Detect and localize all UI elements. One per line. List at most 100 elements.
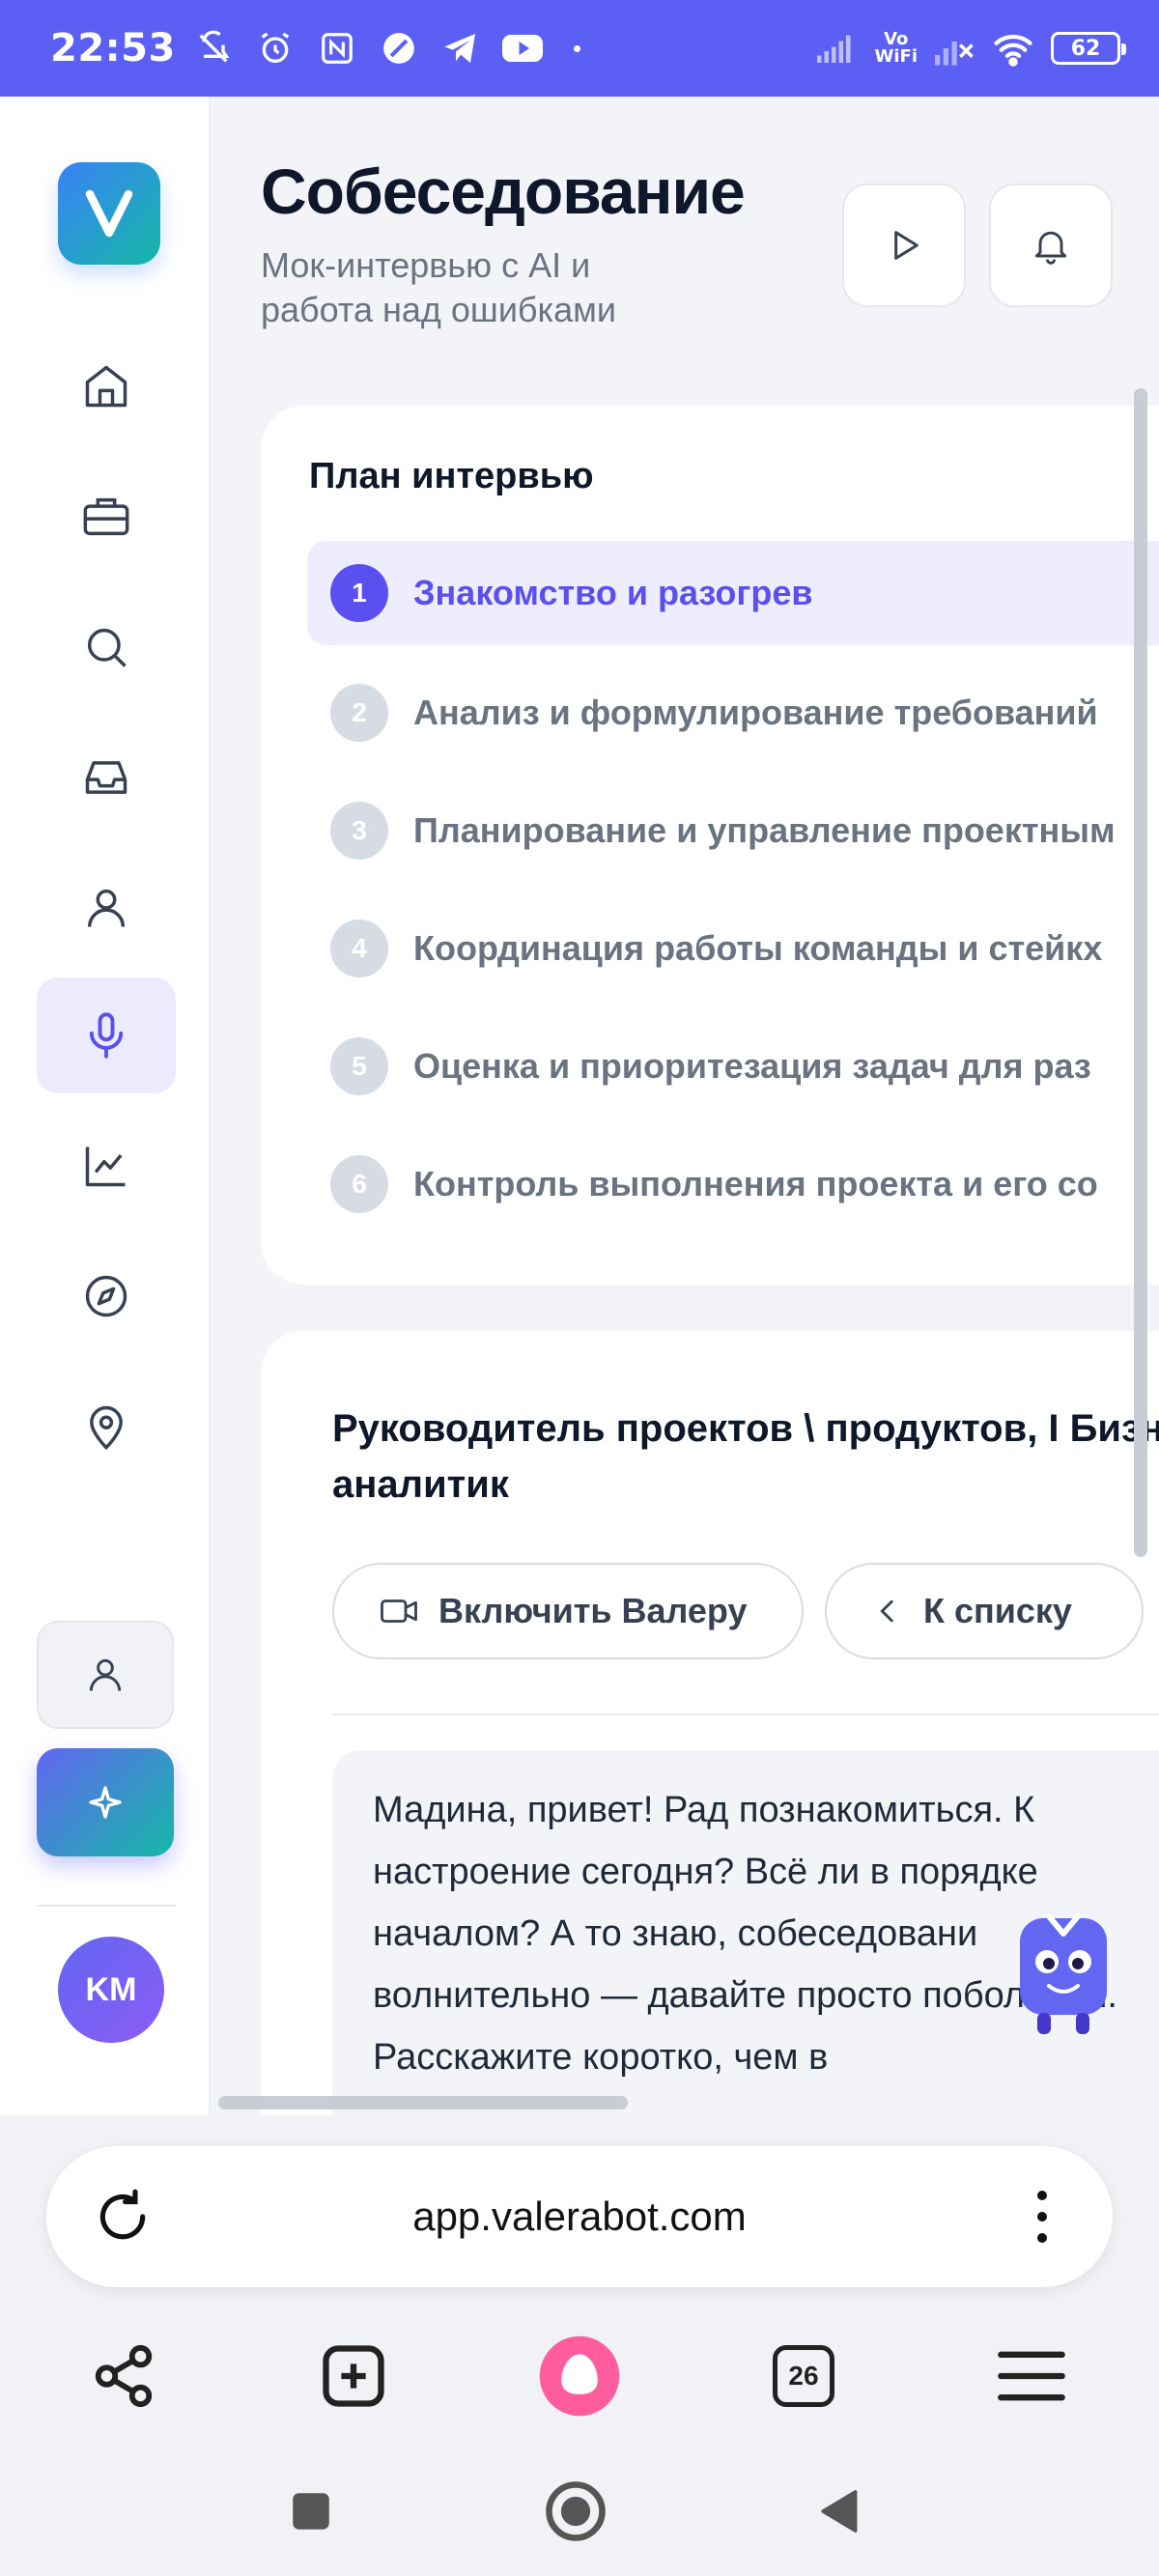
square-icon <box>293 2493 329 2530</box>
alarm-off-icon <box>193 28 234 69</box>
hamburger-icon <box>998 2351 1065 2401</box>
more-vertical-icon[interactable] <box>1028 2185 1057 2249</box>
step-label: Планирование и управление проектным <box>413 810 1116 850</box>
sidebar-item-jobs[interactable] <box>37 459 176 575</box>
tabs-button[interactable]: 26 <box>755 2328 852 2424</box>
home-icon <box>85 365 127 408</box>
page-subtitle: Мок-интервью с AI и работа над ошибками <box>261 245 616 329</box>
inbox-icon <box>85 761 127 794</box>
user-small-icon <box>89 1658 122 1691</box>
notifications-button[interactable] <box>989 184 1113 307</box>
battery-indicator: 62 <box>1051 32 1126 65</box>
step-label: Контроль выполнения проекта и его со <box>413 1164 1098 1203</box>
vertical-scrollbar[interactable] <box>1134 388 1147 1557</box>
youtube-icon <box>501 28 543 69</box>
signal-icon <box>816 28 858 69</box>
home-nav-button[interactable] <box>527 2463 624 2560</box>
video-camera-icon <box>381 1599 417 1623</box>
search-icon <box>87 628 127 667</box>
plus-square-icon <box>323 2345 384 2407</box>
step-label: Оценка и приоритезация задач для раз <box>413 1046 1091 1086</box>
sidebar-item-interview[interactable] <box>37 977 176 1093</box>
sidebar-item-location[interactable] <box>37 1369 176 1485</box>
sparkle-icon <box>89 1786 122 1819</box>
sidebar-item-inbox[interactable] <box>37 720 176 835</box>
status-bar: 22:53 Vo WiFi 62 <box>0 0 1159 97</box>
user-icon <box>87 889 126 927</box>
wifi-icon <box>993 28 1033 69</box>
map-pin-icon <box>90 1405 123 1451</box>
enable-valera-button[interactable]: Включить Валеру <box>332 1563 804 1659</box>
step-label: Координация работы команды и стейкх <box>413 928 1103 968</box>
tabs-count: 26 <box>773 2345 834 2407</box>
compass-icon <box>85 1275 127 1317</box>
valera-mascot-icon[interactable] <box>1010 1909 1117 2044</box>
microphone-icon <box>89 1012 124 1059</box>
alarm-icon <box>255 28 296 69</box>
alice-assistant-button[interactable] <box>531 2328 628 2424</box>
logo-v-icon <box>85 189 133 238</box>
telegram-icon <box>440 28 481 69</box>
vacancy-title: Руководитель проектов \ продуктов, I Биз… <box>332 1407 1159 1506</box>
reload-icon[interactable] <box>91 2185 155 2249</box>
data-saver-icon <box>379 28 419 69</box>
browser-bar: app.valerabot.com 26 <box>0 2115 1159 2576</box>
share-button[interactable] <box>75 2328 172 2424</box>
step-number: 2 <box>330 684 388 742</box>
step-number: 3 <box>330 802 388 860</box>
menu-button[interactable] <box>983 2328 1080 2424</box>
back-nav-button[interactable] <box>792 2463 889 2560</box>
interview-plan-card: План интервью 1 Знакомство и разогрев 2 … <box>261 406 1159 1285</box>
chevron-left-icon <box>880 1599 893 1623</box>
enable-valera-label: Включить Валеру <box>438 1591 748 1630</box>
profile-button[interactable] <box>37 1621 174 1729</box>
chart-icon <box>85 1146 126 1187</box>
page-title: Собеседование <box>261 156 746 227</box>
back-to-list-button[interactable]: К списку <box>825 1563 1144 1659</box>
android-nav-bar <box>0 2463 1159 2560</box>
step-number: 5 <box>330 1037 388 1095</box>
chat-divider <box>332 1713 1159 1715</box>
plan-step-5[interactable]: 5 Оценка и приоритезация задач для раз <box>307 1014 1159 1118</box>
app-logo[interactable] <box>58 162 160 265</box>
nfc-icon <box>317 28 357 69</box>
share-icon <box>95 2344 153 2408</box>
recents-button[interactable] <box>263 2463 359 2560</box>
horizontal-scrollbar[interactable] <box>218 2096 628 2109</box>
step-number: 1 <box>330 564 388 622</box>
play-button[interactable] <box>842 184 966 307</box>
sidebar-item-home[interactable] <box>37 328 176 444</box>
briefcase-icon <box>83 497 129 536</box>
plan-step-3[interactable]: 3 Планирование и управление проектным <box>307 778 1159 883</box>
sidebar-item-analytics[interactable] <box>37 1108 176 1224</box>
step-label: Анализ и формулирование требований <box>413 693 1098 732</box>
signal-2-icon <box>935 28 975 69</box>
browser-toolbar: 26 <box>0 2328 1159 2424</box>
status-time: 22:53 <box>50 26 176 71</box>
user-avatar[interactable]: KM <box>58 1937 164 2043</box>
url-text[interactable]: app.valerabot.com <box>46 2194 1113 2240</box>
vowifi-label: Vo WiFi <box>874 29 919 67</box>
sidebar-divider <box>37 1905 176 1907</box>
main-content: Собеседование Мок-интервью с AI и работа… <box>211 97 1159 2115</box>
plan-step-1[interactable]: 1 Знакомство и разогрев <box>307 541 1159 645</box>
circle-home-icon <box>546 2481 606 2541</box>
step-number: 4 <box>330 920 388 977</box>
bell-icon <box>1034 231 1067 265</box>
back-to-list-label: К списку <box>923 1591 1072 1630</box>
plan-title: План интервью <box>309 456 594 496</box>
triangle-back-icon <box>821 2490 858 2533</box>
sidebar-item-profile[interactable] <box>37 850 176 966</box>
sidebar-item-explore[interactable] <box>37 1238 176 1354</box>
address-bar[interactable]: app.valerabot.com <box>46 2146 1113 2287</box>
play-icon <box>894 231 919 260</box>
new-tab-button[interactable] <box>305 2328 402 2424</box>
ai-assistant-button[interactable] <box>37 1748 174 1856</box>
plan-step-6[interactable]: 6 Контроль выполнения проекта и его со <box>307 1132 1159 1236</box>
step-number: 6 <box>330 1155 388 1213</box>
status-icons <box>193 28 580 69</box>
plan-step-4[interactable]: 4 Координация работы команды и стейкх <box>307 896 1159 1001</box>
sidebar-item-search[interactable] <box>37 589 176 705</box>
sidebar: KM <box>0 97 211 2115</box>
plan-step-2[interactable]: 2 Анализ и формулирование требований <box>307 661 1159 765</box>
